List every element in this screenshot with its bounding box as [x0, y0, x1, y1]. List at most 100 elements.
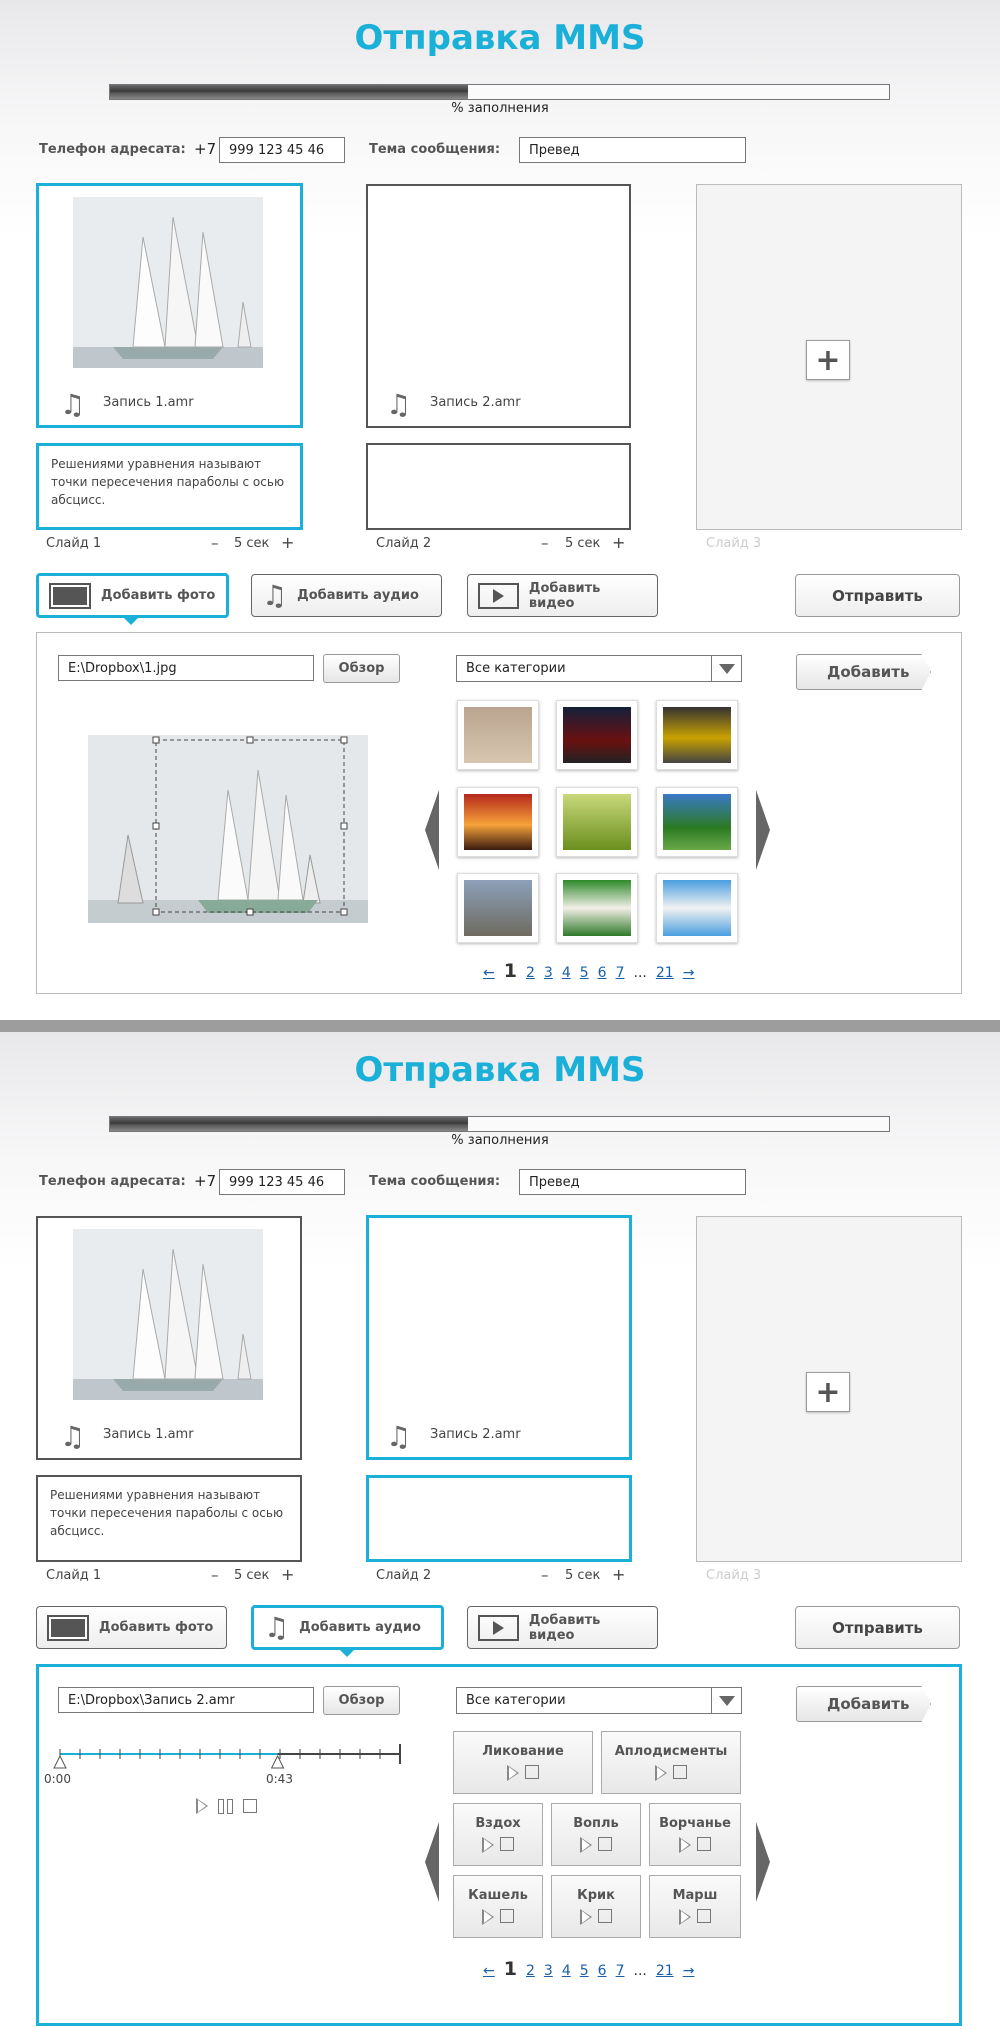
slide-1-text[interactable]: Решениями уравнения называют точки перес…	[36, 443, 303, 530]
send-button[interactable]: Отправить	[795, 1606, 960, 1649]
slide-1-plus-button[interactable]: +	[281, 533, 294, 552]
add-button[interactable]: Добавить	[796, 654, 931, 690]
recipient-label: Телефон адресата:	[39, 142, 186, 157]
progress-fill	[110, 1117, 469, 1131]
stop-icon[interactable]	[500, 1837, 514, 1851]
gallery-thumb[interactable]	[556, 700, 638, 770]
stop-icon[interactable]	[673, 1765, 687, 1779]
add-video-button[interactable]: Добавить видео	[467, 574, 658, 617]
next-arrow-icon[interactable]	[756, 1822, 770, 1902]
add-audio-button[interactable]: ♫ Добавить аудио	[251, 1605, 444, 1650]
stop-icon[interactable]	[697, 1837, 711, 1851]
audio-timeline[interactable]	[50, 1734, 410, 1774]
play-icon[interactable]	[580, 1837, 592, 1853]
prev-arrow-icon[interactable]	[425, 1822, 439, 1902]
prev-arrow-icon[interactable]	[425, 790, 439, 870]
pager-prev[interactable]: ←	[483, 1963, 495, 1979]
stop-icon[interactable]	[697, 1909, 711, 1923]
gallery-thumb[interactable]	[656, 873, 738, 943]
stop-icon[interactable]	[525, 1765, 539, 1779]
gallery-thumb[interactable]	[457, 873, 539, 943]
add-slide-button[interactable]: +	[806, 340, 850, 380]
play-icon[interactable]	[196, 1798, 208, 1814]
slide-1-text[interactable]: Решениями уравнения называют точки перес…	[36, 1475, 302, 1562]
pager-page[interactable]: 4	[562, 1963, 571, 1979]
add-slide-button[interactable]: +	[806, 1372, 850, 1412]
category-select[interactable]: Все категории	[456, 1687, 742, 1714]
sound-item[interactable]: Ликование	[453, 1731, 593, 1794]
sound-item[interactable]: Вопль	[551, 1803, 641, 1866]
add-audio-button[interactable]: ♫ Добавить аудио	[251, 574, 442, 617]
play-icon[interactable]	[655, 1765, 667, 1781]
stop-icon[interactable]	[598, 1909, 612, 1923]
browse-button[interactable]: Обзор	[323, 654, 400, 683]
gallery-thumb[interactable]	[556, 787, 638, 857]
play-icon[interactable]	[679, 1909, 691, 1925]
audio-path-input[interactable]: E:\Dropbox\Запись 2.amr	[58, 1687, 314, 1713]
phone-input[interactable]: 999 123 45 46	[219, 137, 345, 163]
pager-last[interactable]: 21	[656, 1963, 674, 1979]
play-icon[interactable]	[580, 1909, 592, 1925]
slide-2-text[interactable]	[366, 443, 631, 530]
pager-page[interactable]: 5	[580, 965, 589, 981]
play-icon[interactable]	[482, 1837, 494, 1853]
play-icon[interactable]	[679, 1837, 691, 1853]
add-photo-button[interactable]: Добавить фото	[36, 573, 229, 618]
add-photo-button[interactable]: Добавить фото	[36, 1606, 227, 1649]
pager-page[interactable]: 7	[616, 1963, 625, 1979]
category-select[interactable]: Все категории	[456, 655, 742, 682]
photo-icon	[47, 1614, 89, 1641]
sound-item[interactable]: Марш	[649, 1875, 741, 1938]
pager-next[interactable]: →	[683, 1963, 695, 1979]
slide-1-minus-button[interactable]: –	[211, 1566, 219, 1584]
slide-1-plus-button[interactable]: +	[281, 1565, 294, 1584]
gallery-thumb[interactable]	[656, 787, 738, 857]
play-icon[interactable]	[482, 1909, 494, 1925]
pager-page[interactable]: 6	[598, 1963, 607, 1979]
crop-photo-editor[interactable]	[88, 735, 368, 923]
gallery-thumb[interactable]	[556, 873, 638, 943]
stop-icon[interactable]	[598, 1837, 612, 1851]
pager-last[interactable]: 21	[656, 965, 674, 981]
pager-page[interactable]: 3	[544, 1963, 553, 1979]
next-arrow-icon[interactable]	[756, 790, 770, 870]
pager-page[interactable]: 6	[598, 965, 607, 981]
sound-item[interactable]: Крик	[551, 1875, 641, 1938]
slide-1-minus-button[interactable]: –	[211, 534, 219, 552]
pager-page[interactable]: 7	[616, 965, 625, 981]
add-video-button[interactable]: Добавить видео	[467, 1606, 658, 1649]
gallery-thumb[interactable]	[457, 787, 539, 857]
pager-page[interactable]: 4	[562, 965, 571, 981]
pager-page[interactable]: 5	[580, 1963, 589, 1979]
slide-2-minus-button[interactable]: –	[541, 534, 549, 552]
subject-input[interactable]: Превед	[519, 137, 746, 163]
plus-icon: +	[815, 1374, 841, 1410]
sound-item[interactable]: Ворчанье	[649, 1803, 741, 1866]
pager-page[interactable]: 2	[526, 1963, 535, 1979]
slide-2-plus-button[interactable]: +	[612, 1565, 625, 1584]
slide-2-minus-button[interactable]: –	[541, 1566, 549, 1584]
pager-page[interactable]: 3	[544, 965, 553, 981]
pager-next[interactable]: →	[683, 965, 695, 981]
pager-page[interactable]: 2	[526, 965, 535, 981]
sound-item[interactable]: Вздох	[453, 1803, 543, 1866]
slide-2-text[interactable]	[366, 1475, 632, 1562]
stop-icon[interactable]	[500, 1909, 514, 1923]
sound-item[interactable]: Кашель	[453, 1875, 543, 1938]
phone-input[interactable]: 999 123 45 46	[219, 1169, 345, 1195]
fill-progress-bar	[109, 1116, 890, 1132]
subject-input[interactable]: Превед	[519, 1169, 746, 1195]
gallery-thumb[interactable]	[457, 700, 539, 770]
slide-1-audio-name: Запись 1.amr	[103, 395, 194, 410]
sound-item[interactable]: Аплодисменты	[601, 1731, 741, 1794]
photo-path-input[interactable]: E:\Dropbox\1.jpg	[58, 655, 314, 681]
pager-prev[interactable]: ←	[483, 965, 495, 981]
stop-icon[interactable]	[243, 1799, 257, 1813]
play-icon[interactable]	[507, 1765, 519, 1781]
slide-2-plus-button[interactable]: +	[612, 533, 625, 552]
send-button[interactable]: Отправить	[795, 574, 960, 617]
browse-button[interactable]: Обзор	[323, 1686, 400, 1715]
gallery-thumb[interactable]	[656, 700, 738, 770]
pause-icon[interactable]	[218, 1798, 233, 1814]
add-button[interactable]: Добавить	[796, 1686, 931, 1722]
